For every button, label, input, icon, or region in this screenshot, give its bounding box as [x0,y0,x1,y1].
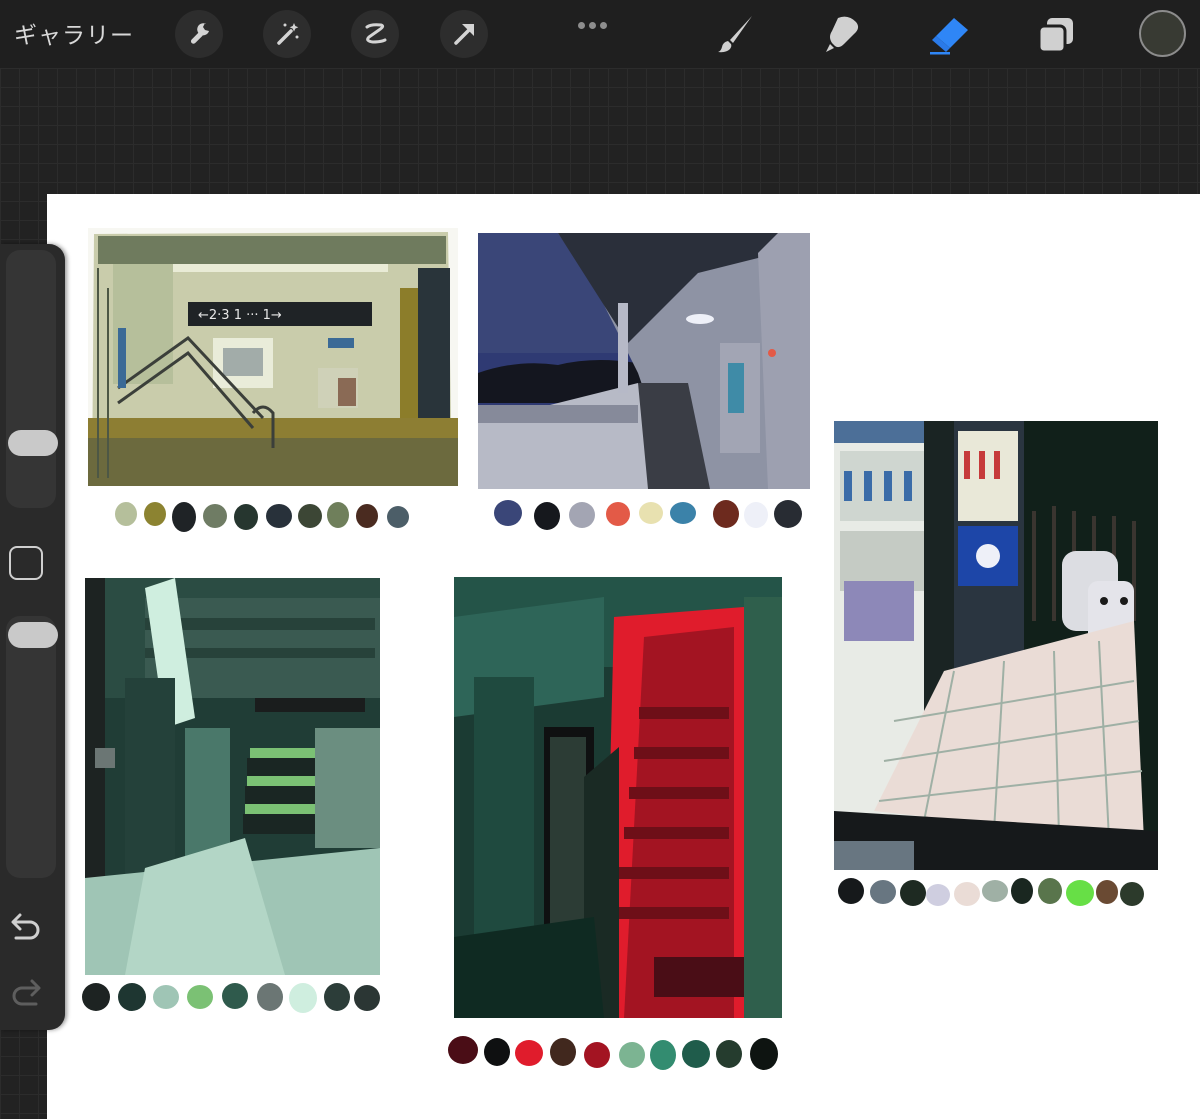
opacity-handle[interactable] [8,622,58,648]
palette-swatch [774,500,802,528]
palette-swatch [484,1038,510,1066]
palette-underground-corridor [82,983,382,1013]
palette-swatch [713,500,739,528]
undo-icon[interactable] [6,910,46,948]
magic-wand-icon[interactable] [263,10,311,58]
palette-swatch [494,500,522,526]
palette-swatch [203,504,227,528]
palette-swatch [153,985,179,1009]
brush-size-handle[interactable] [8,430,58,456]
palette-station-stairs [115,502,415,532]
palette-swatch [744,502,768,528]
palette-swatch [1011,878,1033,904]
palette-swatch [118,983,146,1011]
transform-arrow-icon[interactable] [440,10,488,58]
palette-swatch [1038,878,1062,904]
palette-swatch [682,1040,710,1068]
top-toolbar: ギャラリー [0,0,1200,68]
palette-swatch [257,983,283,1011]
palette-swatch [172,502,196,532]
palette-swatch [926,884,950,906]
palette-swatch [838,878,864,904]
palette-swatch [670,502,696,524]
redo-icon[interactable] [6,976,46,1014]
palette-swatch [387,506,409,528]
wrench-icon[interactable] [175,10,223,58]
palette-swatch [324,983,350,1011]
brush-size-slider[interactable] [6,250,58,508]
color-picker-button[interactable] [1139,10,1186,57]
artwork-night-walkway [478,233,810,489]
palette-night-walkway [494,500,804,530]
palette-swatch [650,1040,676,1070]
palette-red-stairwell [448,1036,780,1070]
palette-vending-machines [838,878,1148,908]
palette-swatch [515,1040,543,1066]
side-toolbar [0,244,65,1030]
palette-swatch [234,504,258,530]
palette-swatch [619,1042,645,1068]
palette-swatch [639,502,663,524]
selection-icon[interactable] [351,10,399,58]
brush-icon[interactable] [714,12,758,56]
opacity-slider[interactable] [6,616,58,878]
gallery-button[interactable]: ギャラリー [14,16,134,50]
palette-swatch [298,504,322,528]
palette-swatch [289,983,317,1013]
more-options-icon[interactable] [578,14,612,29]
palette-swatch [356,504,378,528]
modifier-square-button[interactable] [9,546,43,580]
palette-swatch [550,1038,576,1066]
palette-swatch [870,880,896,904]
palette-swatch [716,1040,742,1068]
svg-text:←2·3 1 ··· 1→: ←2·3 1 ··· 1→ [198,308,282,323]
palette-swatch [222,983,248,1009]
palette-swatch [750,1038,778,1070]
palette-swatch [982,880,1008,902]
palette-swatch [266,504,292,528]
eraser-icon[interactable] [928,12,972,56]
palette-swatch [82,983,110,1011]
palette-swatch [534,502,560,530]
palette-swatch [569,502,595,528]
artwork-station-stairs: ←2·3 1 ··· 1→ [88,228,458,486]
palette-swatch [900,880,926,906]
palette-swatch [954,882,980,906]
palette-swatch [584,1042,610,1068]
palette-swatch [1066,880,1094,906]
palette-swatch [144,502,166,526]
palette-swatch [115,502,137,526]
palette-swatch [448,1036,478,1064]
artwork-underground-corridor [85,578,380,975]
palette-swatch [354,985,380,1011]
smudge-icon[interactable] [820,12,864,56]
palette-swatch [1096,880,1118,904]
palette-swatch [606,502,630,526]
artwork-red-stairwell [454,577,782,1018]
artwork-vending-machines [834,421,1158,870]
layers-icon[interactable] [1034,12,1078,56]
palette-swatch [1120,882,1144,906]
palette-swatch [327,502,349,528]
palette-swatch [187,985,213,1009]
